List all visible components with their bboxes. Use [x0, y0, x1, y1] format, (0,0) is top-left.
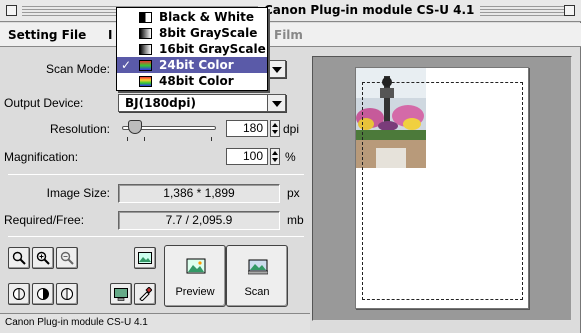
image-adjust-icon[interactable] [134, 247, 156, 269]
output-device-label: Output Device: [4, 96, 84, 110]
menu-setting-file[interactable]: Setting File [8, 28, 86, 42]
scan-mode-option-color24[interactable]: ✓ 24bit Color [117, 57, 267, 73]
image-size-unit: px [287, 186, 300, 200]
menu-film[interactable]: Film [274, 28, 303, 42]
gray8-icon [139, 28, 152, 39]
scan-button-label: Scan [244, 286, 270, 298]
scan-button[interactable]: Scan [226, 245, 288, 307]
status-bar: Canon Plug-in module CS-U 4.1 [0, 313, 310, 333]
preview-button-label: Preview [175, 286, 215, 298]
scan-mode-option-gray8[interactable]: 8bit GrayScale [117, 25, 267, 41]
window-title: Canon Plug-in module CS-U 4.1 [258, 3, 481, 17]
scan-mode-option-bw[interactable]: Black & White [117, 9, 267, 25]
required-free-label: Required/Free: [4, 213, 85, 227]
image-size-label: Image Size: [46, 186, 110, 200]
zoom-out-icon[interactable] [56, 247, 78, 269]
scan-mode-option-gray16[interactable]: 16bit GrayScale [117, 41, 267, 57]
zoom-tool-icon[interactable] [8, 247, 30, 269]
magnification-input[interactable]: 100 [226, 148, 268, 165]
required-free-unit: mb [287, 213, 304, 227]
resolution-label: Resolution: [49, 122, 110, 136]
scan-icon [248, 259, 268, 275]
image-size-value: 1,386 * 1,899 [118, 184, 280, 203]
title-bar[interactable]: Canon Plug-in module CS-U 4.1 [0, 0, 581, 22]
preview-icon [186, 258, 206, 274]
rotate-left-icon[interactable] [8, 283, 30, 305]
monitor-icon[interactable] [110, 283, 132, 305]
color24-icon [139, 60, 152, 71]
slider-tick [211, 137, 212, 141]
eyedropper-icon[interactable] [134, 283, 156, 305]
color48-icon [139, 76, 152, 87]
resolution-slider-thumb[interactable] [128, 120, 142, 134]
bw-icon [139, 12, 152, 23]
divider [8, 236, 304, 237]
rotate-right-icon[interactable] [56, 283, 78, 305]
slider-tick [127, 137, 128, 141]
chevron-down-icon [267, 95, 285, 111]
slider-tick [144, 137, 145, 141]
divider [8, 174, 304, 175]
chevron-down-icon [267, 61, 285, 77]
magnification-stepper-icon[interactable] [270, 148, 280, 165]
magnification-label: Magnification: [4, 150, 79, 164]
menu-bar: Setting File I Film [0, 23, 581, 47]
zoom-in-icon[interactable] [32, 247, 54, 269]
required-free-value: 7.7 / 2,095.9 [118, 211, 280, 230]
output-device-value: BJ(180dpi) [125, 96, 196, 110]
resolution-unit: dpi [283, 122, 300, 136]
menu-item-obscured[interactable]: I [108, 28, 112, 42]
resolution-stepper-icon[interactable] [270, 120, 280, 137]
scan-mode-option-color48[interactable]: 48bit Color [117, 73, 267, 89]
preview-button[interactable]: Preview [164, 245, 226, 307]
flip-icon[interactable] [32, 283, 54, 305]
gray16-icon [139, 44, 152, 55]
zoom-box-icon[interactable] [564, 5, 575, 16]
check-icon: ✓ [121, 58, 132, 72]
scan-area-marquee[interactable] [362, 82, 523, 300]
output-device-select[interactable]: BJ(180dpi) [118, 94, 286, 112]
resolution-input[interactable]: 180 [226, 120, 268, 137]
magnification-unit: % [285, 150, 296, 164]
scan-mode-dropdown: Black & White 8bit GrayScale 16bit GrayS… [116, 7, 268, 91]
scan-mode-label: Scan Mode: [45, 62, 110, 76]
close-box-icon[interactable] [6, 5, 17, 16]
plugin-window: Canon Plug-in module CS-U 4.1 Setting Fi… [0, 0, 581, 333]
